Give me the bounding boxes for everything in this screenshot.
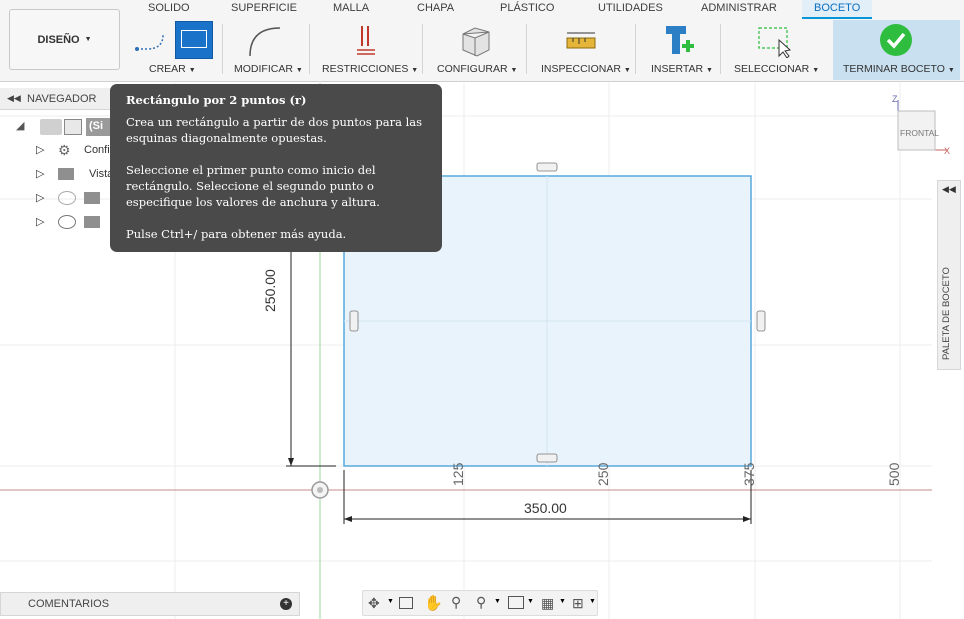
- pan-hand-icon[interactable]: ✋: [424, 594, 443, 612]
- tab-solido[interactable]: SOLIDO: [148, 2, 190, 14]
- expand-triangle-icon[interactable]: ▷: [36, 167, 44, 180]
- navigator-row-views[interactable]: ▷ Vista: [36, 165, 116, 185]
- finish-sketch-icon[interactable]: [880, 24, 912, 56]
- width-dimension[interactable]: 350.00: [522, 500, 569, 516]
- look-at-icon[interactable]: [399, 597, 413, 609]
- configure-tool-icon[interactable]: [459, 24, 495, 58]
- tab-superficie[interactable]: SUPERFICIE: [231, 2, 297, 14]
- rectangle-tool-tooltip: Rectángulo por 2 puntos (r) Crea un rect…: [110, 84, 442, 252]
- chevron-down-icon[interactable]: ▼: [494, 598, 501, 605]
- collapse-icon[interactable]: ◀◀: [7, 93, 21, 104]
- collapse-triangle-icon[interactable]: ◢: [16, 119, 24, 132]
- expand-triangle-icon[interactable]: ▷: [36, 143, 44, 156]
- navigator-row-folder[interactable]: ▷: [36, 213, 116, 233]
- expand-triangle-icon[interactable]: ▷: [36, 191, 44, 204]
- settings-label: Confi: [84, 144, 110, 156]
- ruler-tick-250: 250: [595, 462, 611, 486]
- fusion-window: 350.00 250.00 125 250 375 500 FRONTAL Z …: [0, 0, 964, 619]
- grid-settings-icon[interactable]: ▦: [541, 596, 554, 610]
- insert-tool-icon[interactable]: [664, 24, 696, 58]
- group-insertar[interactable]: INSERTAR ▼: [651, 63, 713, 75]
- hidden-eye-icon[interactable]: [58, 191, 76, 205]
- chevron-down-icon[interactable]: ▼: [589, 598, 596, 605]
- toolbar-separator: [309, 24, 310, 74]
- orbit-icon[interactable]: ✥: [368, 595, 380, 612]
- chevron-down-icon[interactable]: ▼: [559, 598, 566, 605]
- group-seleccionar[interactable]: SELECCIONAR ▼: [734, 63, 819, 75]
- chevron-down-icon: ▼: [84, 36, 92, 43]
- ruler-tick-125: 125: [450, 462, 466, 486]
- workspace-label: DISEÑO: [37, 33, 80, 46]
- rectangle-tool-icon[interactable]: [175, 21, 213, 59]
- zoom-icon[interactable]: ⚲: [451, 594, 461, 611]
- chevron-down-icon[interactable]: ▼: [527, 598, 534, 605]
- tab-plastico[interactable]: PLÁSTICO: [500, 2, 554, 14]
- navigation-toolbar: ✥ ▼ ✋ ⚲ ⚲ ▼ ▼ ▦ ▼ ⊞ ▼: [362, 590, 598, 616]
- visibility-eye-icon[interactable]: [40, 119, 62, 135]
- line-tool-icon[interactable]: [133, 27, 169, 55]
- height-dimension[interactable]: 250.00: [262, 269, 278, 312]
- expand-triangle-icon[interactable]: ▷: [36, 215, 44, 228]
- group-terminar-boceto[interactable]: TERMINAR BOCETO ▼: [843, 63, 955, 75]
- fillet-tool-icon[interactable]: [246, 24, 286, 58]
- view-cube[interactable]: FRONTAL Z X: [892, 94, 954, 156]
- tab-chapa[interactable]: CHAPA: [417, 2, 454, 14]
- visibility-eye-icon[interactable]: [58, 215, 76, 229]
- ruler-tick-375: 375: [741, 462, 757, 486]
- group-restricciones[interactable]: RESTRICCIONES ▼: [322, 63, 418, 75]
- zoom-window-icon[interactable]: ⚲: [476, 594, 486, 611]
- viewcube-face-label: FRONTAL: [900, 128, 940, 138]
- root-component-label: (Si: [86, 118, 112, 136]
- toolbar-separator: [222, 24, 223, 74]
- add-comment-icon[interactable]: +: [280, 598, 292, 610]
- navigator-row-hidden[interactable]: ▷: [36, 189, 116, 209]
- workspace-dropdown[interactable]: DISEÑO ▼: [9, 9, 120, 70]
- tab-utilidades[interactable]: UTILIDADES: [598, 2, 663, 14]
- tooltip-title: Rectángulo por 2 puntos (r): [126, 93, 307, 107]
- toolbar-separator: [635, 24, 636, 74]
- display-settings-icon[interactable]: [508, 596, 524, 609]
- sketch-palette-label[interactable]: PALETA DE BOCETO: [941, 267, 952, 360]
- axis-x-label: X: [944, 146, 951, 156]
- toolbar-separator: [422, 24, 423, 74]
- group-inspeccionar[interactable]: INSPECCIONAR ▼: [541, 63, 631, 75]
- group-crear[interactable]: CREAR ▼: [149, 63, 196, 75]
- comments-panel[interactable]: COMENTARIOS +: [0, 592, 300, 616]
- toolbar-separator: [720, 24, 721, 74]
- viewports-icon[interactable]: ⊞: [572, 596, 584, 610]
- chevron-down-icon[interactable]: ▼: [387, 598, 394, 605]
- tooltip-paragraph-3: Pulse Ctrl+/ para obtener más ayuda.: [126, 227, 347, 241]
- constraint-tool-icon[interactable]: [354, 24, 378, 58]
- folder-icon: [84, 216, 100, 228]
- group-configurar[interactable]: CONFIGURAR ▼: [437, 63, 517, 75]
- toolbar-separator: [526, 24, 527, 74]
- navigator-root-row[interactable]: ◢ (Si: [16, 117, 116, 137]
- measure-tool-icon[interactable]: [565, 30, 597, 52]
- expand-palette-icon[interactable]: ◀◀: [942, 184, 956, 195]
- tooltip-paragraph-2: Seleccione el primer punto como inicio d…: [126, 163, 380, 209]
- select-tool-icon[interactable]: [757, 24, 793, 58]
- tab-administrar[interactable]: ADMINISTRAR: [701, 2, 777, 14]
- folder-icon: [84, 192, 100, 204]
- folder-icon: [58, 168, 74, 180]
- gear-icon: ⚙: [58, 142, 71, 158]
- comments-label: COMENTARIOS: [28, 598, 110, 610]
- component-icon: [64, 119, 82, 135]
- ribbon-toolbar: DISEÑO ▼ SOLIDO SUPERFICIE MALLA CHAPA P…: [0, 0, 964, 82]
- tooltip-paragraph-1: Crea un rectángulo a partir de dos punto…: [126, 115, 423, 145]
- tab-boceto[interactable]: BOCETO: [802, 0, 873, 19]
- navigator-row-settings[interactable]: ▷ ⚙ Confi: [36, 141, 116, 161]
- ruler-tick-500: 500: [886, 462, 902, 486]
- group-modificar[interactable]: MODIFICAR ▼: [234, 63, 303, 75]
- navigator-title: NAVEGADOR: [27, 93, 97, 105]
- tab-malla[interactable]: MALLA: [333, 2, 369, 14]
- axis-z-label: Z: [892, 94, 898, 104]
